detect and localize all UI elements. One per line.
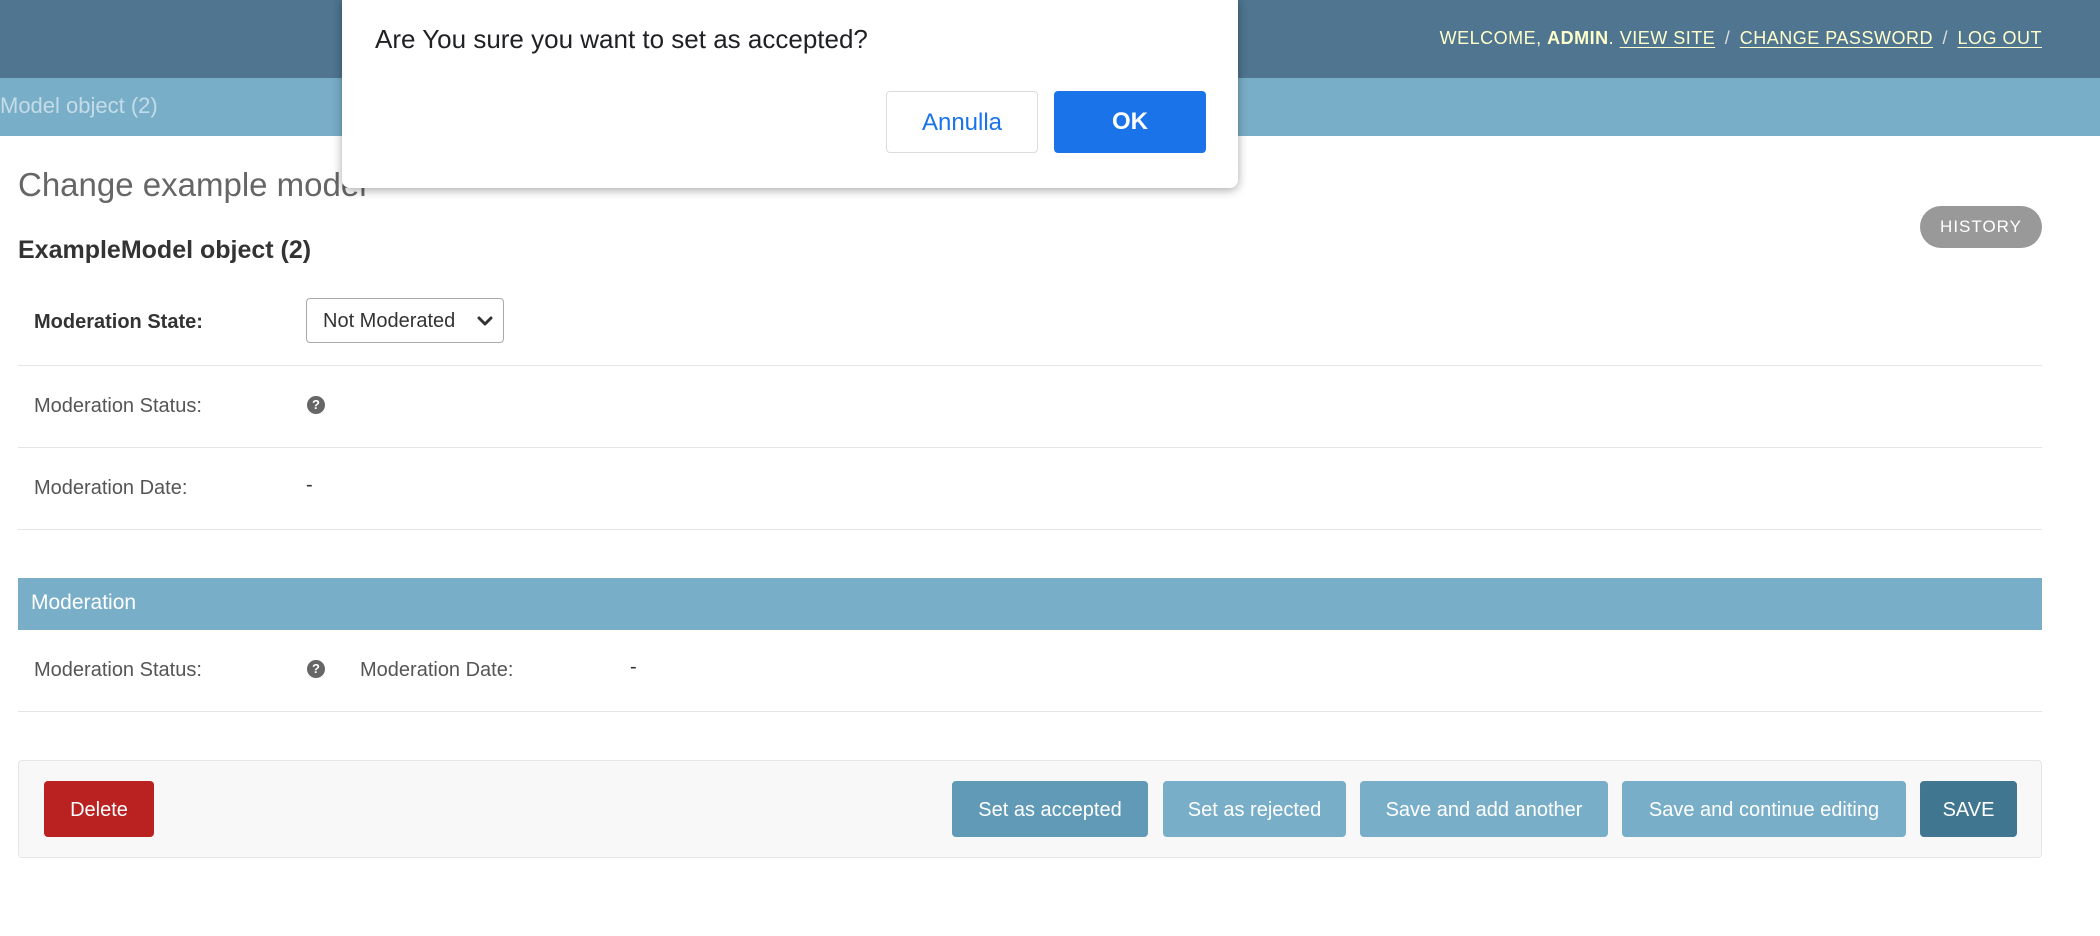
log-out-link[interactable]: Log out <box>1957 28 2042 48</box>
submit-row: Delete Set as accepted Set as rejected S… <box>18 760 2042 858</box>
moderation-state-select[interactable]: Not Moderated <box>306 298 504 343</box>
change-password-link[interactable]: Change password <box>1740 28 1933 48</box>
set-accepted-button[interactable]: Set as accepted <box>952 781 1148 837</box>
moderation-inline-row: Moderation Status: ? Moderation Date: - <box>18 630 2042 712</box>
user-tools: Welcome, admin. View site / Change passw… <box>1439 28 2042 48</box>
view-site-link[interactable]: View site <box>1620 28 1716 48</box>
page-title: Change example model <box>18 166 367 203</box>
save-add-another-button[interactable]: Save and add another <box>1360 781 1608 837</box>
save-continue-button[interactable]: Save and continue editing <box>1622 781 1906 837</box>
dialog-ok-button[interactable]: OK <box>1054 91 1206 153</box>
moderation-status-label: Moderation Status: <box>34 659 202 681</box>
moderation-date-value: - <box>306 474 313 496</box>
save-button[interactable]: SAVE <box>1920 781 2017 837</box>
moderation-state-value: Not Moderated <box>323 310 456 332</box>
moderation-state-row: Moderation State: Not Moderated <box>18 284 2042 366</box>
delete-button[interactable]: Delete <box>44 781 154 837</box>
dialog-message: Are You sure you want to set as accepted… <box>375 24 868 54</box>
moderation-state-label: Moderation State: <box>34 311 203 333</box>
moderation-date-label: Moderation Date: <box>360 659 514 681</box>
confirm-dialog: Are You sure you want to set as accepted… <box>342 0 1238 188</box>
set-rejected-button[interactable]: Set as rejected <box>1163 781 1346 837</box>
moderation-date-label: Moderation Date: <box>34 477 188 499</box>
help-icon[interactable]: ? <box>307 396 325 414</box>
moderation-status-row: Moderation Status: ? <box>18 366 2042 448</box>
chevron-down-icon <box>477 316 493 326</box>
object-title: ExampleModel object (2) <box>18 236 312 264</box>
moderation-fieldset-caption: Moderation <box>18 578 2042 630</box>
history-button[interactable]: History <box>1920 206 2042 248</box>
welcome-label: Welcome, <box>1439 28 1542 48</box>
moderation-caption-label: Moderation <box>31 591 137 614</box>
username: admin <box>1547 28 1609 48</box>
moderation-status-label: Moderation Status: <box>34 395 202 417</box>
dialog-cancel-button[interactable]: Annulla <box>886 91 1038 153</box>
separator: / <box>1724 28 1731 48</box>
moderation-date-row: Moderation Date: - <box>18 448 2042 530</box>
separator: / <box>1942 28 1948 48</box>
moderation-date-value: - <box>630 656 637 678</box>
help-icon[interactable]: ? <box>307 660 325 678</box>
breadcrumb-current: Model object (2) <box>0 93 158 118</box>
